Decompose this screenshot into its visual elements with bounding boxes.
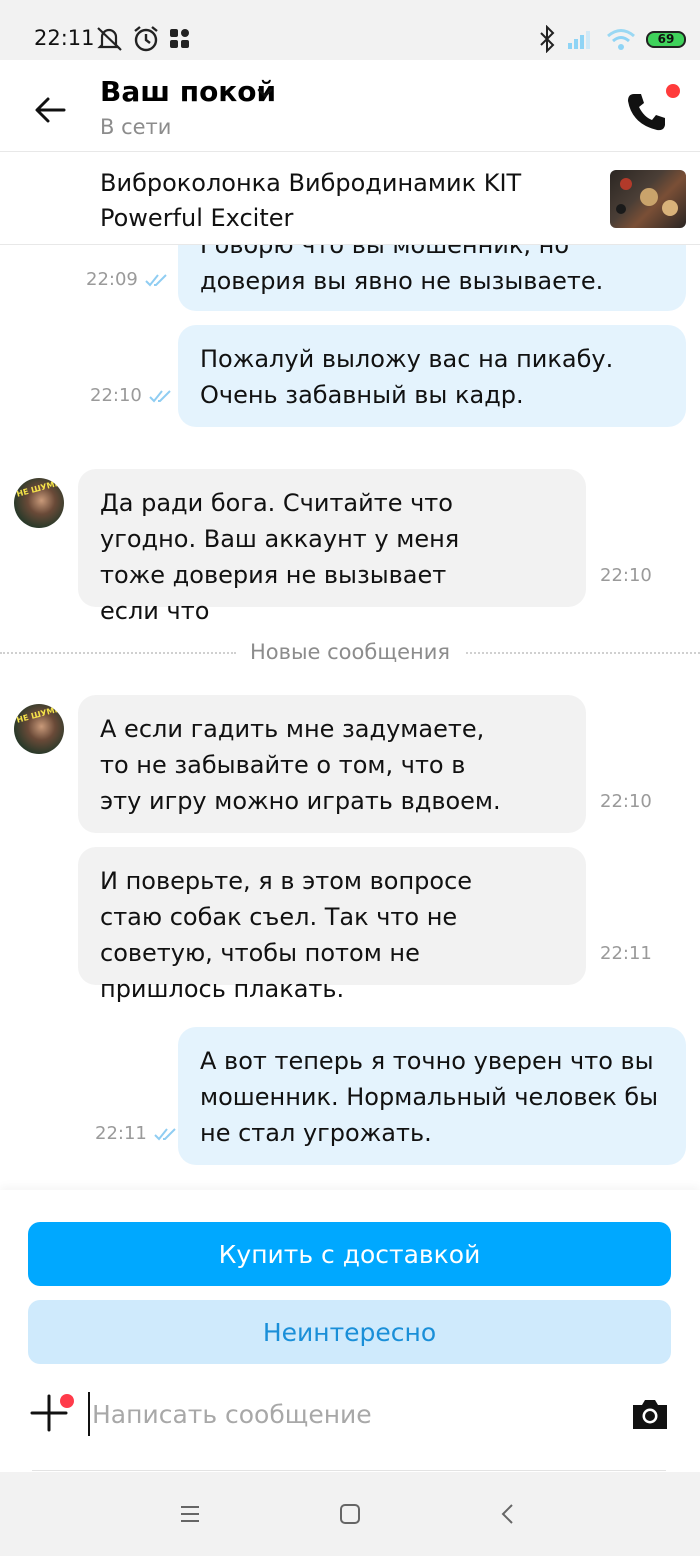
buy-with-delivery-button[interactable]: Купить с доставкой xyxy=(28,1222,671,1286)
avatar[interactable]: НЕ ШУМИ xyxy=(14,704,64,754)
chat-header: Ваш покой В сети xyxy=(0,60,700,152)
message-text: Пожалуй выложу вас на пикабу. Очень заба… xyxy=(200,345,614,409)
home-icon[interactable] xyxy=(338,1502,362,1526)
message-input[interactable] xyxy=(88,1392,608,1436)
listing-thumbnail[interactable] xyxy=(610,170,686,228)
message-bubble-incoming[interactable]: Да ради бога. Считайте что угодно. Ваш а… xyxy=(78,469,586,625)
attach-notification-dot xyxy=(58,1392,76,1410)
phone-icon xyxy=(628,94,665,131)
avatar-caption: НЕ ШУМИ xyxy=(15,704,63,725)
message-text: И поверьте, я в этом вопросе стаю собак … xyxy=(100,867,473,1003)
message-time: 22:11 xyxy=(95,1123,147,1144)
mute-notifications-icon xyxy=(97,27,122,51)
recent-apps-icon[interactable] xyxy=(178,1502,202,1526)
apps-grid-icon xyxy=(170,29,189,48)
message-bubble-outgoing[interactable]: А вот теперь я точно уверен что вы мошен… xyxy=(178,1027,686,1165)
message-meta: 22:10 xyxy=(600,565,652,586)
message-time: 22:11 xyxy=(600,943,652,964)
listing-strip[interactable]: Виброколонка Вибродинамик KIT Powerful E… xyxy=(0,152,700,245)
arrow-left-icon xyxy=(35,97,66,123)
chevron-down-icon[interactable] xyxy=(254,82,276,104)
message-meta: 22:10 xyxy=(90,385,174,406)
message-bubble-incoming[interactable]: И поверьте, я в этом вопросе стаю собак … xyxy=(78,847,586,1003)
message-meta: 22:11 xyxy=(95,1123,179,1144)
battery-icon: 69 xyxy=(646,30,686,48)
listing-title[interactable]: Виброколонка Вибродинамик KIT Powerful E… xyxy=(100,166,570,236)
online-status: В сети xyxy=(100,115,172,139)
wifi-icon xyxy=(607,29,635,50)
system-navigation-bar xyxy=(0,1472,700,1556)
camera-button[interactable] xyxy=(630,1396,670,1432)
alarm-icon xyxy=(134,26,158,52)
status-bar: 22:11 69 xyxy=(0,0,700,60)
message-text: А если гадить мне задумаете, то не забыв… xyxy=(100,715,501,815)
chat-title[interactable]: Ваш покой xyxy=(100,75,276,108)
call-notification-dot xyxy=(666,84,680,98)
status-time: 22:11 xyxy=(34,26,95,50)
back-button[interactable] xyxy=(26,88,74,132)
message-text: А вот теперь я точно уверен что вы мошен… xyxy=(200,1047,659,1147)
message-bubble-outgoing[interactable]: Говорю что вы мошенник, но доверия вы яв… xyxy=(178,245,686,311)
message-meta: 22:10 xyxy=(600,791,652,812)
signal-icon xyxy=(568,31,590,49)
message-time: 22:10 xyxy=(600,791,652,812)
not-interested-button[interactable]: Неинтересно xyxy=(28,1300,671,1364)
input-divider xyxy=(32,1470,666,1471)
message-bubble-outgoing[interactable]: Пожалуй выложу вас на пикабу. Очень заба… xyxy=(178,325,686,427)
message-time: 22:10 xyxy=(600,565,652,586)
call-button[interactable] xyxy=(624,82,680,134)
avatar-caption: НЕ ШУМИ xyxy=(15,478,63,499)
message-time: 22:09 xyxy=(86,269,138,290)
read-check-icon xyxy=(149,389,171,402)
action-panel: Купить с доставкой Неинтересно xyxy=(0,1190,700,1472)
avatar[interactable]: НЕ ШУМИ xyxy=(14,478,64,528)
message-text: Говорю что вы мошенник, но доверия вы яв… xyxy=(200,245,604,295)
system-back-icon[interactable] xyxy=(496,1502,520,1526)
message-meta: 22:09 xyxy=(86,269,170,290)
message-list[interactable]: Говорю что вы мошенник, но доверия вы яв… xyxy=(0,245,700,1190)
camera-icon xyxy=(633,1400,667,1429)
message-meta: 22:11 xyxy=(600,943,652,964)
message-bubble-incoming[interactable]: А если гадить мне задумаете, то не забыв… xyxy=(78,695,586,833)
bluetooth-icon xyxy=(540,25,555,53)
message-text: Да ради бога. Считайте что угодно. Ваш а… xyxy=(100,489,460,625)
read-check-icon xyxy=(154,1127,176,1140)
message-time: 22:10 xyxy=(90,385,142,406)
read-check-icon xyxy=(145,273,167,286)
divider-line xyxy=(466,652,700,654)
new-messages-divider: Новые сообщения xyxy=(0,638,700,668)
